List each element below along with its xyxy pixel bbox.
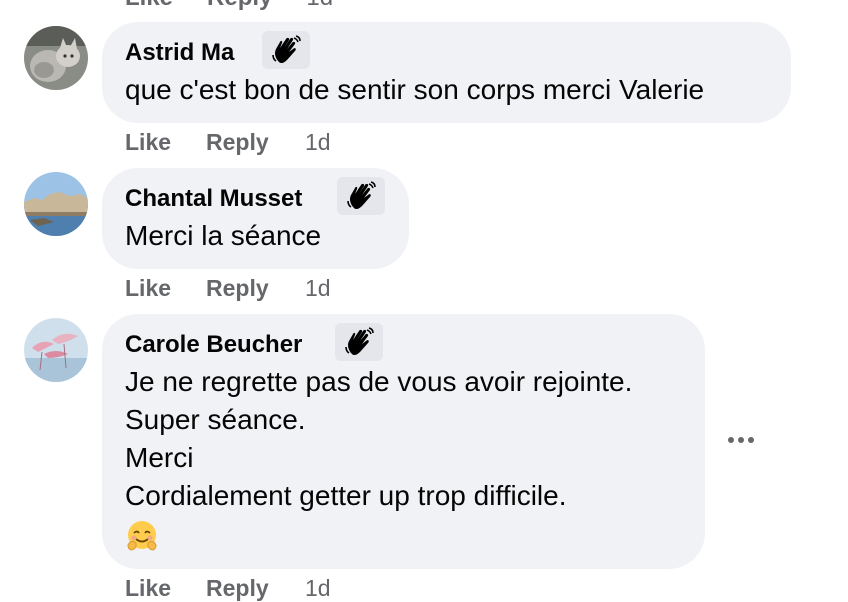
reply-link[interactable]: Reply [206,275,305,302]
comment-bubble: Chantal Musset Merci la séance [102,168,409,269]
comment-text-line: Je ne regrette pas de vous avoir rejoint… [125,366,633,397]
wave-hand-icon [337,177,385,215]
comment-author[interactable]: Chantal Musset [125,185,302,213]
wave-hand-icon [262,31,310,69]
comment-author[interactable]: Astrid Ma [125,39,234,67]
timestamp[interactable]: 1d [306,0,333,12]
comment-text-line: Merci [125,442,194,473]
comment-bubble: Carole Beucher Je ne regrette pas de vou… [102,314,705,569]
timestamp[interactable]: 1d [305,275,331,302]
more-options-icon[interactable] [728,432,758,448]
reply-link[interactable]: Reply [207,0,272,12]
hugging-face-emoji [125,519,159,553]
comment-actions: Like Reply 1d [125,575,331,602]
comment-text-line: Cordialement getter up trop difficile. [125,480,567,511]
wave-hand-icon [335,323,383,361]
reply-link[interactable]: Reply [206,129,305,156]
comment-text: que c'est bon de sentir son corps merci … [125,74,705,105]
comment-text: Merci la séance [125,220,322,251]
like-link[interactable]: Like [125,0,173,12]
timestamp[interactable]: 1d [305,575,331,602]
avatar[interactable] [24,26,88,90]
avatar[interactable] [24,172,88,236]
avatar[interactable] [24,318,88,382]
comment-bubble: Astrid Ma que c'est bon de sentir son co… [102,22,791,123]
like-link[interactable]: Like [125,275,206,302]
comment-author[interactable]: Carole Beucher [125,331,302,359]
previous-comment-actions: Like Reply 1d [125,0,333,12]
like-link[interactable]: Like [125,129,206,156]
comment-text-line: Super séance. [125,404,306,435]
comment-actions: Like Reply 1d [125,129,331,156]
like-link[interactable]: Like [125,575,206,602]
reply-link[interactable]: Reply [206,575,305,602]
timestamp[interactable]: 1d [305,129,331,156]
comment-actions: Like Reply 1d [125,275,331,302]
